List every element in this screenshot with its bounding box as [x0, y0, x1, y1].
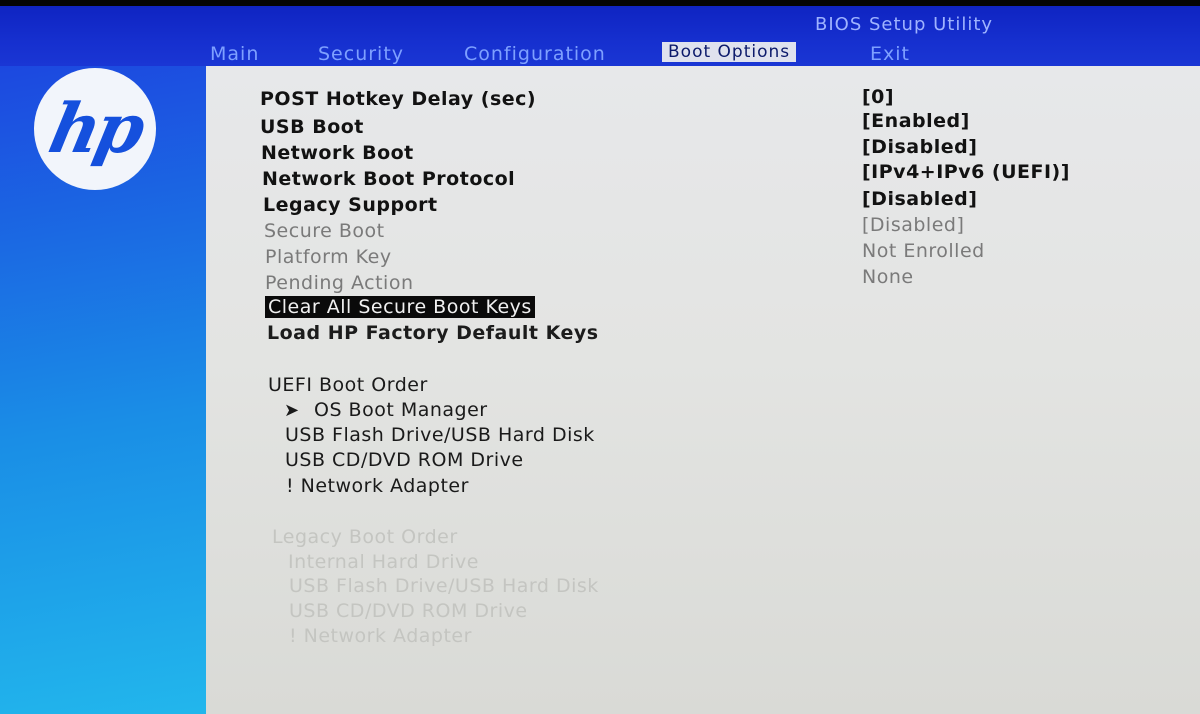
header-bar: BIOS Setup Utility Main Security Configu…	[0, 6, 1200, 66]
uefi-boot-item-network-adapter[interactable]: ! Network Adapter	[286, 475, 469, 497]
value-legacy-support[interactable]: [Disabled]	[862, 188, 977, 210]
tab-exit[interactable]: Exit	[870, 43, 910, 65]
tab-security[interactable]: Security	[318, 43, 404, 65]
value-post-hotkey-delay[interactable]: [0]	[862, 86, 894, 108]
tab-boot-options[interactable]: Boot Options	[662, 42, 797, 62]
setting-usb-boot[interactable]: USB Boot	[260, 116, 364, 138]
hp-logo-text: hp	[41, 89, 149, 169]
setting-network-boot-protocol[interactable]: Network Boot Protocol	[262, 168, 515, 190]
setting-network-boot[interactable]: Network Boot	[261, 142, 414, 164]
uefi-boot-order-heading: UEFI Boot Order	[268, 374, 428, 396]
value-secure-boot: [Disabled]	[862, 214, 965, 236]
utility-title: BIOS Setup Utility	[815, 14, 994, 35]
clear-secure-boot-keys-action[interactable]: Clear All Secure Boot Keys	[265, 296, 535, 318]
uefi-boot-item-label: OS Boot Manager	[314, 399, 488, 421]
value-network-boot[interactable]: [Disabled]	[862, 136, 977, 158]
uefi-boot-item-usb-flash-drive[interactable]: USB Flash Drive/USB Hard Disk	[285, 424, 595, 446]
hp-logo-icon: hp	[34, 68, 156, 190]
value-pending-action: None	[862, 266, 914, 288]
setting-pending-action: Pending Action	[265, 272, 414, 294]
legacy-boot-item-usb-flash-drive: USB Flash Drive/USB Hard Disk	[289, 575, 599, 597]
arrow-right-icon: ➤	[284, 400, 300, 421]
load-factory-default-keys-action[interactable]: Load HP Factory Default Keys	[267, 322, 599, 344]
value-usb-boot[interactable]: [Enabled]	[862, 110, 970, 132]
setting-platform-key: Platform Key	[265, 246, 392, 268]
setting-secure-boot: Secure Boot	[264, 220, 385, 242]
value-network-boot-protocol[interactable]: [IPv4+IPv6 (UEFI)]	[862, 161, 1070, 183]
setting-legacy-support[interactable]: Legacy Support	[263, 194, 438, 216]
setting-post-hotkey-delay[interactable]: POST Hotkey Delay (sec)	[260, 88, 536, 110]
legacy-boot-item-usb-cd-dvd: USB CD/DVD ROM Drive	[289, 600, 528, 622]
legacy-boot-order-heading: Legacy Boot Order	[272, 526, 458, 548]
tab-configuration[interactable]: Configuration	[464, 43, 606, 65]
legacy-boot-item-internal-hdd: Internal Hard Drive	[288, 551, 479, 573]
uefi-boot-item-os-boot-manager[interactable]: ➤ OS Boot Manager	[284, 399, 488, 421]
uefi-boot-item-usb-cd-dvd[interactable]: USB CD/DVD ROM Drive	[285, 449, 524, 471]
tab-main[interactable]: Main	[210, 43, 259, 65]
value-platform-key: Not Enrolled	[862, 240, 985, 262]
legacy-boot-item-network-adapter: ! Network Adapter	[289, 625, 472, 647]
